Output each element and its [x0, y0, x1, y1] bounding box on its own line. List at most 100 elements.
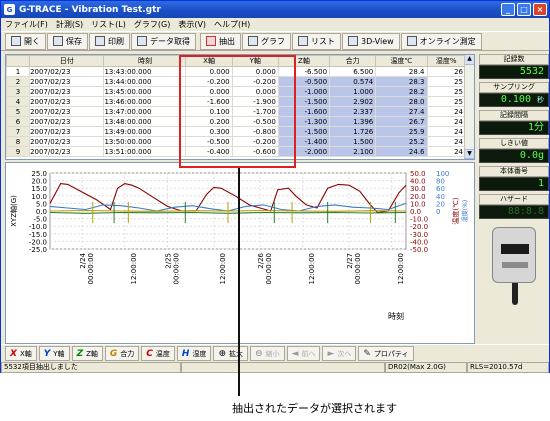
table-cell[interactable]: 4 — [6, 96, 31, 107]
table-cell[interactable]: 13:49:00.000 — [103, 126, 187, 137]
scroll-down-arrow[interactable]: ▼ — [465, 149, 474, 159]
menu-help[interactable]: ヘルプ(H) — [214, 19, 250, 30]
table-cell[interactable]: 24 — [426, 146, 467, 157]
table-cell[interactable]: 0.574 — [329, 76, 377, 87]
table-cell[interactable]: 3 — [6, 86, 31, 97]
menu-file[interactable]: ファイル(F) — [5, 19, 48, 30]
table-cell[interactable]: 2007/02/23 — [29, 116, 105, 127]
table-cell[interactable]: 9 — [6, 146, 31, 157]
table-cell[interactable]: 25 — [426, 86, 467, 97]
table-cell[interactable]: 2.337 — [329, 106, 377, 117]
maximize-button[interactable]: □ — [517, 3, 531, 16]
table-cell[interactable]: 24 — [426, 106, 467, 117]
col-time[interactable]: 時刻 — [103, 55, 187, 67]
bottom-button-label: 湿度 — [192, 349, 207, 358]
table-cell[interactable]: 24.6 — [375, 146, 428, 157]
table-cell[interactable]: 27.4 — [375, 106, 428, 117]
table-cell[interactable]: 1.500 — [329, 136, 377, 147]
col-date[interactable]: 日付 — [29, 55, 105, 67]
table-cell[interactable]: 13:47:00.000 — [103, 106, 187, 117]
print-button[interactable]: 印刷 — [89, 32, 130, 50]
table-cell[interactable]: 2.100 — [329, 146, 377, 157]
table-cell[interactable]: 2007/02/23 — [29, 66, 105, 77]
menu-list[interactable]: リスト(L) — [91, 19, 126, 30]
interval-label: 記録間隔 — [479, 110, 549, 121]
table-cell[interactable]: 13:43:00.000 — [103, 66, 187, 77]
bottom-button-2[interactable]: Z Z軸 — [71, 346, 103, 361]
table-cell[interactable]: 13:51:00.000 — [103, 146, 187, 157]
table-cell[interactable]: 26 — [426, 66, 467, 77]
bottom-button-1[interactable]: Y Y軸 — [38, 346, 70, 361]
extract-icon — [206, 36, 216, 46]
app-icon: G — [4, 4, 15, 15]
col-rownum[interactable] — [6, 55, 31, 67]
online-measure-button[interactable]: オンライン測定 — [400, 32, 482, 50]
bottom-button-0[interactable]: X X軸 — [5, 346, 37, 361]
bottom-button-8[interactable]: ◄ 前へ — [286, 346, 321, 361]
table-cell[interactable]: 24 — [426, 136, 467, 147]
table-cell[interactable]: 2007/02/23 — [29, 146, 105, 157]
table-cell[interactable]: 8 — [6, 136, 31, 147]
data-fetch-button[interactable]: データ取得 — [131, 32, 196, 50]
y-right-temp-axis-label: 温度(℃) — [451, 197, 460, 225]
bottom-button-10[interactable]: ✎ プロパティ — [358, 346, 414, 361]
table-cell[interactable]: 2007/02/23 — [29, 96, 105, 107]
table-cell[interactable]: 5 — [6, 106, 31, 117]
table-cell[interactable]: 1.726 — [329, 126, 377, 137]
table-cell[interactable]: 24 — [426, 126, 467, 137]
extract-button[interactable]: 抽出 — [200, 32, 241, 50]
table-cell[interactable]: 25 — [426, 76, 467, 87]
table-cell[interactable]: 28.2 — [375, 86, 428, 97]
menu-graph[interactable]: グラフ(G) — [134, 19, 170, 30]
table-cell[interactable]: 28.0 — [375, 96, 428, 107]
table-cell[interactable]: 6.500 — [329, 66, 377, 77]
bottom-button-7[interactable]: ⊖ 縮小 — [249, 346, 285, 361]
bottom-button-4[interactable]: C 温度 — [141, 346, 175, 361]
table-cell[interactable]: 26.7 — [375, 116, 428, 127]
menu-view[interactable]: 表示(V) — [178, 19, 206, 30]
bottom-button-9[interactable]: ► 次へ — [322, 346, 357, 361]
bottom-button-label: 次へ — [337, 349, 352, 358]
bottom-button-3[interactable]: G 合力 — [104, 346, 140, 361]
open-button[interactable]: 開く — [5, 32, 46, 50]
minimize-button[interactable]: _ — [501, 3, 515, 16]
bottom-button-icon: G — [109, 348, 118, 359]
graph-button[interactable]: グラフ — [242, 32, 291, 50]
bottom-button-5[interactable]: H 湿度 — [176, 346, 212, 361]
table-cell[interactable]: 1 — [6, 66, 31, 77]
table-cell[interactable]: 2007/02/23 — [29, 106, 105, 117]
col-temperature[interactable]: 温度℃ — [375, 55, 428, 67]
table-cell[interactable]: 28.4 — [375, 66, 428, 77]
close-button[interactable]: × — [533, 3, 547, 16]
table-cell[interactable]: 28.3 — [375, 76, 428, 87]
table-cell[interactable]: 2007/02/23 — [29, 136, 105, 147]
table-cell[interactable]: 2007/02/23 — [29, 76, 105, 87]
bottom-button-6[interactable]: ⊕ 拡大 — [213, 346, 248, 361]
scroll-up-arrow[interactable]: ▲ — [465, 55, 474, 65]
table-cell[interactable]: 25.9 — [375, 126, 428, 137]
table-cell[interactable]: 24 — [426, 116, 467, 127]
table-cell[interactable]: 1.396 — [329, 116, 377, 127]
table-cell[interactable]: 13:44:00.000 — [103, 76, 187, 87]
col-resultant[interactable]: 合力 — [329, 55, 377, 67]
table-cell[interactable]: 7 — [6, 126, 31, 137]
save-button[interactable]: 保存 — [47, 32, 88, 50]
list-button[interactable]: リスト — [292, 32, 341, 50]
table-cell[interactable]: 13:45:00.000 — [103, 86, 187, 97]
table-cell[interactable]: 2007/02/23 — [29, 126, 105, 137]
table-cell[interactable]: 13:50:00.000 — [103, 136, 187, 147]
menu-measure[interactable]: 計測(S) — [56, 19, 83, 30]
table-cell[interactable]: 2.902 — [329, 96, 377, 107]
table-cell[interactable]: 6 — [6, 116, 31, 127]
table-cell[interactable]: 1.000 — [329, 86, 377, 97]
table-cell[interactable]: 25 — [426, 96, 467, 107]
col-humidity[interactable]: 湿度% — [426, 55, 467, 67]
3d-view-button[interactable]: 3D-View — [342, 32, 400, 50]
table-cell[interactable]: 13:48:00.000 — [103, 116, 187, 127]
table-cell[interactable]: 2 — [6, 76, 31, 87]
table-cell[interactable]: 25.2 — [375, 136, 428, 147]
table-cell[interactable]: 13:46:00.000 — [103, 96, 187, 107]
x-tick-date: 2/27 — [346, 253, 354, 269]
table-cell[interactable]: 2007/02/23 — [29, 86, 105, 97]
table-scrollbar[interactable]: ▲ ▼ — [464, 55, 474, 159]
